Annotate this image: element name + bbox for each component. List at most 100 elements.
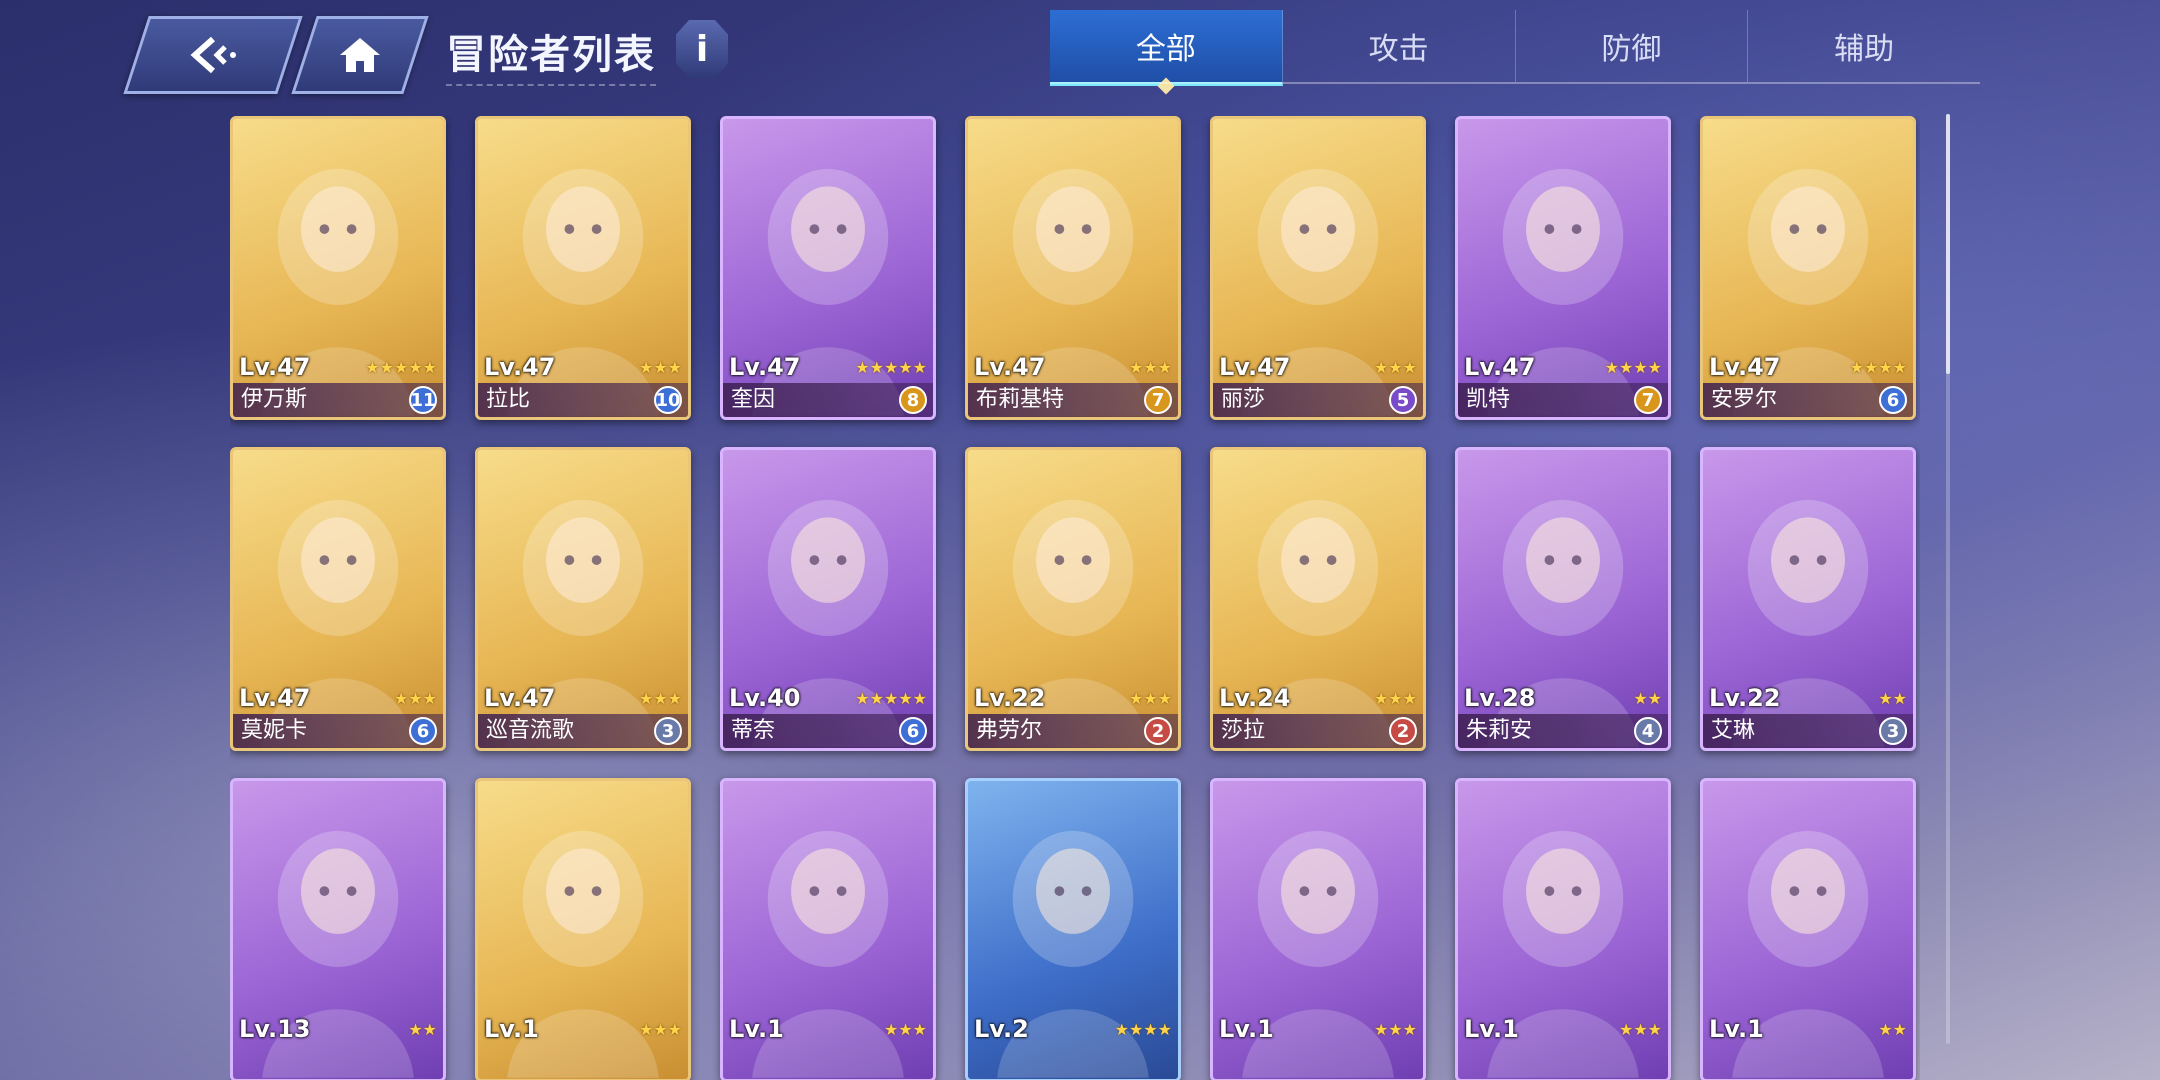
adventurer-card[interactable]: Lv.40 ★★★★★ 蒂奈 6 xyxy=(720,447,936,751)
card-level: Lv.47 xyxy=(484,684,556,712)
rank-badge: 2 xyxy=(1144,717,1172,745)
star-rating: ★★★★★ xyxy=(855,358,927,377)
star-rating: ★★★ xyxy=(638,689,682,708)
back-button[interactable] xyxy=(123,16,303,94)
card-name: 凯特 xyxy=(1466,387,1511,412)
adventurer-card[interactable]: Lv.1 ★★ xyxy=(1700,778,1916,1080)
card-level: Lv.47 xyxy=(239,684,311,712)
card-level: Lv.1 xyxy=(1709,1015,1764,1043)
star-rating: ★★ xyxy=(408,1020,437,1039)
card-level: Lv.47 xyxy=(484,353,556,381)
tab-defense[interactable]: 防御 xyxy=(1516,10,1749,82)
card-level: Lv.47 xyxy=(239,353,311,381)
card-level: Lv.24 xyxy=(1219,684,1291,712)
adventurer-card[interactable]: Lv.28 ★★ 朱莉安 4 xyxy=(1455,447,1671,751)
adventurer-card[interactable]: Lv.1 ★★★ xyxy=(1210,778,1426,1080)
adventurer-card[interactable]: Lv.47 ★★★ 布莉基特 7 xyxy=(965,116,1181,420)
adventurer-grid: Lv.47 ★★★★★ 伊万斯 11 Lv.47 ★★★ 拉比 10 Lv.47 ★★★★★ 奎因 8… xyxy=(230,116,1920,1080)
adventurer-card[interactable]: Lv.24 ★★★ 莎拉 2 xyxy=(1210,447,1426,751)
page-title: 冒险者列表 xyxy=(446,22,656,86)
card-name: 艾琳 xyxy=(1711,718,1756,743)
card-name: 奎因 xyxy=(731,387,776,412)
adventurer-card[interactable]: Lv.22 ★★★ 弗劳尔 2 xyxy=(965,447,1181,751)
card-level: Lv.13 xyxy=(239,1015,311,1043)
rank-badge: 6 xyxy=(1879,386,1907,414)
star-rating: ★★★★ xyxy=(1604,358,1662,377)
star-rating: ★★★ xyxy=(883,1020,927,1039)
back-arrow-icon xyxy=(190,36,236,74)
scrollbar[interactable] xyxy=(1946,114,1950,1044)
card-level: Lv.1 xyxy=(729,1015,784,1043)
rank-badge: 2 xyxy=(1389,717,1417,745)
adventurer-card[interactable]: Lv.47 ★★★★ 安罗尔 6 xyxy=(1700,116,1916,420)
card-name: 布莉基特 xyxy=(976,387,1065,412)
star-rating: ★★★ xyxy=(1128,689,1172,708)
tab-label: 辅助 xyxy=(1834,32,1895,67)
card-level: Lv.22 xyxy=(1709,684,1781,712)
adventurer-card[interactable]: Lv.47 ★★★★★ 伊万斯 11 xyxy=(230,116,446,420)
card-level: Lv.47 xyxy=(1709,353,1781,381)
rank-badge: 4 xyxy=(1634,717,1662,745)
star-rating: ★★★ xyxy=(638,358,682,377)
card-name: 巡音流歌 xyxy=(486,718,575,743)
card-level: Lv.1 xyxy=(1464,1015,1519,1043)
card-level: Lv.40 xyxy=(729,684,801,712)
star-rating: ★★★ xyxy=(1373,358,1417,377)
adventurer-card[interactable]: Lv.47 ★★★ 莫妮卡 6 xyxy=(230,447,446,751)
filter-tabs: 全部 攻击 防御 辅助 xyxy=(1050,10,1980,86)
rank-badge: 7 xyxy=(1634,386,1662,414)
tab-label: 攻击 xyxy=(1368,32,1429,67)
tab-label: 全部 xyxy=(1135,32,1196,67)
info-icon: i xyxy=(695,28,709,70)
adventurer-card[interactable]: Lv.47 ★★★ 丽莎 5 xyxy=(1210,116,1426,420)
card-name: 朱莉安 xyxy=(1466,718,1533,743)
card-name: 弗劳尔 xyxy=(976,718,1043,743)
star-rating: ★★★★★ xyxy=(365,358,437,377)
adventurer-card[interactable]: Lv.22 ★★ 艾琳 3 xyxy=(1700,447,1916,751)
rank-badge: 8 xyxy=(899,386,927,414)
star-rating: ★★★★ xyxy=(1114,1020,1172,1039)
star-rating: ★★ xyxy=(1878,1020,1907,1039)
card-level: Lv.28 xyxy=(1464,684,1536,712)
adventurer-card[interactable]: Lv.1 ★★★ xyxy=(720,778,936,1080)
card-name: 莫妮卡 xyxy=(241,718,308,743)
rank-badge: 6 xyxy=(899,717,927,745)
card-level: Lv.47 xyxy=(974,353,1046,381)
card-name: 蒂奈 xyxy=(731,718,776,743)
tab-all[interactable]: 全部 xyxy=(1050,10,1283,86)
home-icon xyxy=(340,38,380,72)
adventurer-card[interactable]: Lv.47 ★★★ 巡音流歌 3 xyxy=(475,447,691,751)
star-rating: ★★★ xyxy=(1373,689,1417,708)
adventurer-card[interactable]: Lv.47 ★★★★ 凯特 7 xyxy=(1455,116,1671,420)
star-rating: ★★★ xyxy=(638,1020,682,1039)
card-level: Lv.2 xyxy=(974,1015,1029,1043)
adventurer-card[interactable]: Lv.13 ★★ xyxy=(230,778,446,1080)
rank-badge: 6 xyxy=(409,717,437,745)
top-bar: 冒险者列表 i 全部 攻击 防御 辅助 xyxy=(0,0,2160,100)
tab-label: 防御 xyxy=(1601,32,1662,67)
card-level: Lv.47 xyxy=(729,353,801,381)
rank-badge: 10 xyxy=(654,386,682,414)
home-button[interactable] xyxy=(291,16,429,94)
star-rating: ★★★ xyxy=(1373,1020,1417,1039)
card-level: Lv.22 xyxy=(974,684,1046,712)
card-level: Lv.47 xyxy=(1464,353,1536,381)
star-rating: ★★★★ xyxy=(1849,358,1907,377)
card-level: Lv.1 xyxy=(484,1015,539,1043)
adventurer-card[interactable]: Lv.2 ★★★★ xyxy=(965,778,1181,1080)
adventurer-card[interactable]: Lv.1 ★★★ xyxy=(475,778,691,1080)
tab-attack[interactable]: 攻击 xyxy=(1283,10,1516,82)
adventurer-card[interactable]: Lv.1 ★★★ xyxy=(1455,778,1671,1080)
card-level: Lv.47 xyxy=(1219,353,1291,381)
adventurer-card[interactable]: Lv.47 ★★★ 拉比 10 xyxy=(475,116,691,420)
scroll-thumb[interactable] xyxy=(1946,114,1950,374)
rank-badge: 11 xyxy=(409,386,437,414)
rank-badge: 5 xyxy=(1389,386,1417,414)
star-rating: ★★★ xyxy=(1128,358,1172,377)
star-rating: ★★★★★ xyxy=(855,689,927,708)
card-level: Lv.1 xyxy=(1219,1015,1274,1043)
adventurer-card[interactable]: Lv.47 ★★★★★ 奎因 8 xyxy=(720,116,936,420)
tab-support[interactable]: 辅助 xyxy=(1748,10,1980,82)
info-button[interactable]: i xyxy=(676,20,728,78)
card-name: 伊万斯 xyxy=(241,387,308,412)
